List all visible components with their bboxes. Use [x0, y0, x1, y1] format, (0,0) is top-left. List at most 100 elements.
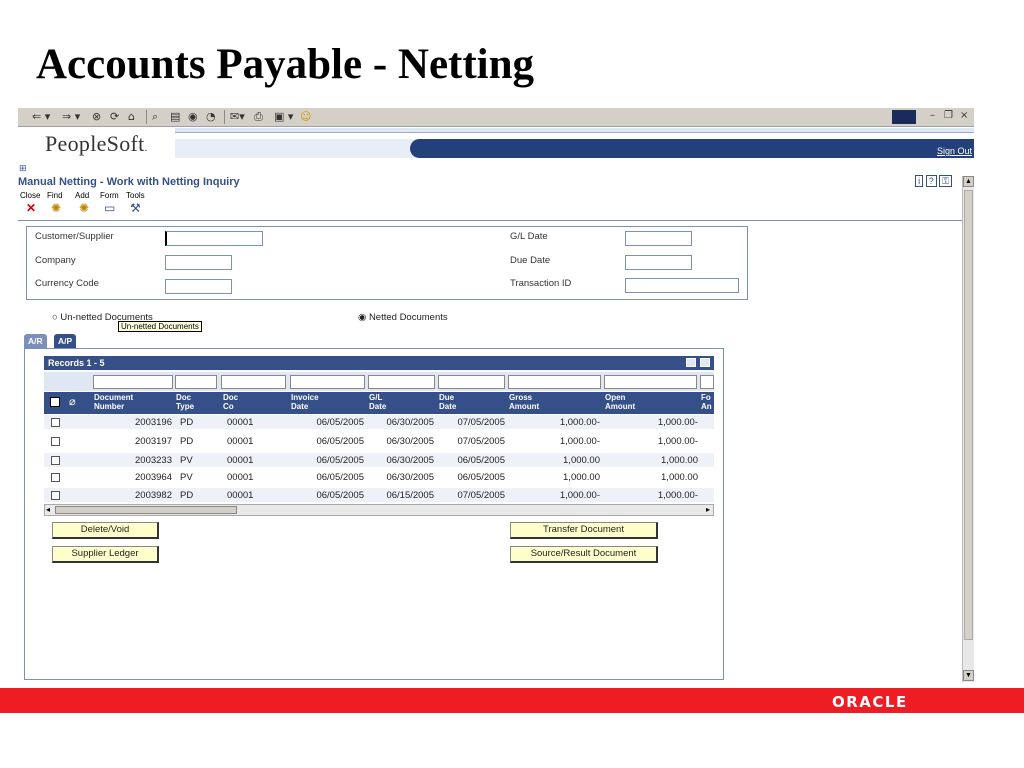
filter-doc-co[interactable] — [221, 375, 286, 389]
filter-gl-date[interactable] — [368, 375, 435, 389]
tab-ar[interactable]: A/R — [24, 334, 47, 349]
history-icon[interactable]: ◔ — [206, 110, 216, 124]
col-invoice-date[interactable]: InvoiceDate — [291, 393, 319, 411]
refresh-icon[interactable]: ⟳ — [110, 110, 119, 124]
source-result-document-button[interactable]: Source/Result Document — [510, 546, 658, 563]
radio-unselected-icon[interactable]: ○ — [52, 312, 58, 323]
home-icon[interactable]: ⌂ — [128, 110, 135, 124]
h-scroll-thumb[interactable] — [55, 506, 237, 514]
row-checkbox[interactable] — [51, 473, 60, 482]
filter-row — [44, 372, 714, 391]
table-row[interactable]: 2003964 PV 00001 06/05/2005 06/30/2005 0… — [44, 470, 714, 485]
minimize-icon[interactable]: – — [930, 110, 935, 121]
attachment-icon: ⌀ — [69, 395, 76, 408]
row-checkbox[interactable] — [51, 491, 60, 500]
scroll-right-icon[interactable]: ▸ — [706, 505, 710, 514]
vertical-scrollbar[interactable]: ▲ ▼ — [962, 176, 974, 682]
company-input[interactable] — [165, 255, 232, 270]
back-icon[interactable]: ⇐ ▾ — [32, 110, 50, 124]
transaction-id-input[interactable] — [625, 278, 739, 293]
select-all-checkbox[interactable] — [50, 397, 60, 407]
row-checkbox[interactable] — [51, 418, 60, 427]
table-row[interactable]: 2003982 PD 00001 06/05/2005 06/15/2005 0… — [44, 488, 714, 503]
close-window-icon[interactable]: × — [960, 110, 968, 121]
form-icon[interactable]: ▭ — [104, 202, 115, 214]
forward-icon[interactable]: ⇒ ▾ — [62, 110, 80, 124]
help-icons: i ? ⚿ — [915, 176, 952, 187]
about-icon[interactable]: ⚿ — [939, 175, 952, 187]
customer-supplier-input[interactable] — [165, 231, 263, 246]
table-row[interactable]: 2003197 PD 00001 06/05/2005 06/30/2005 0… — [44, 434, 714, 449]
menu-form[interactable]: Form — [100, 191, 119, 200]
radio-selected-icon[interactable]: ◉ — [358, 312, 366, 323]
filter-open[interactable] — [604, 375, 697, 389]
edit-icon[interactable]: ▣ ▾ — [274, 110, 293, 124]
col-gross-amount[interactable]: GrossAmount — [509, 393, 539, 411]
filter-doc-number[interactable] — [93, 375, 173, 389]
col-doc-number[interactable]: DocumentNumber — [94, 393, 133, 411]
find-icon[interactable]: ✺ — [51, 202, 61, 214]
netted-radio[interactable]: ◉ Netted Documents — [358, 312, 448, 323]
col-doc-type[interactable]: DocType — [176, 393, 194, 411]
col-foreign-amount[interactable]: FoAn — [701, 393, 712, 411]
horizontal-scrollbar[interactable]: ◂ ▸ — [44, 504, 714, 516]
restore-icon[interactable]: ❐ — [944, 110, 953, 121]
col-doc-co[interactable]: DocCo — [223, 393, 238, 411]
filter-foreign[interactable] — [700, 375, 714, 389]
filter-invoice-date[interactable] — [290, 375, 365, 389]
messenger-icon[interactable]: ☺ — [300, 110, 311, 124]
menu-find[interactable]: Find — [47, 191, 63, 200]
close-icon[interactable]: ✕ — [26, 202, 36, 214]
browser-toolbar: ⇐ ▾ ⇒ ▾ ⊗ ⟳ ⌂ ⌕ ▤ ◉ ◔ ✉▾ ⎙ ▣ ▾ ☺ – ❐ × — [18, 108, 974, 127]
col-gl-date[interactable]: G/LDate — [369, 393, 386, 411]
menu-close[interactable]: Close — [20, 191, 40, 200]
scroll-thumb[interactable] — [964, 190, 973, 640]
mail-icon[interactable]: ✉▾ — [230, 110, 245, 124]
records-header: Records 1 - 5 — [44, 356, 714, 370]
slide-title: Accounts Payable - Netting — [36, 40, 534, 89]
menu-add[interactable]: Add — [75, 191, 89, 200]
print-icon[interactable]: ⎙ — [254, 110, 263, 124]
col-open-amount[interactable]: OpenAmount — [605, 393, 635, 411]
due-date-input[interactable] — [625, 255, 692, 270]
add-icon[interactable]: ✺ — [79, 202, 89, 214]
grid-options-icon[interactable] — [700, 358, 710, 367]
supplier-ledger-button[interactable]: Supplier Ledger — [52, 546, 159, 563]
oracle-logo: ORACLE — [832, 693, 908, 711]
row-checkbox[interactable] — [51, 456, 60, 465]
scroll-down-icon[interactable]: ▼ — [963, 670, 974, 681]
currency-code-label: Currency Code — [35, 278, 99, 289]
peoplesoft-logo: PeopleSoft. — [45, 131, 147, 157]
scroll-left-icon[interactable]: ◂ — [46, 505, 50, 514]
header-band-dark — [410, 139, 974, 158]
delete-void-button[interactable]: Delete/Void — [52, 522, 159, 539]
export-icon[interactable] — [686, 358, 696, 367]
windows-logo-icon — [892, 110, 916, 124]
sign-out-link[interactable]: Sign Out — [937, 146, 972, 156]
currency-code-input[interactable] — [165, 279, 232, 294]
due-date-label: Due Date — [510, 255, 550, 266]
new-window-icon[interactable]: ⊞ — [19, 163, 27, 174]
help-icon[interactable]: ? — [926, 175, 937, 187]
favorites-icon[interactable]: ▤ — [170, 110, 180, 124]
scroll-up-icon[interactable]: ▲ — [963, 176, 974, 187]
info-icon[interactable]: i — [915, 175, 923, 187]
filter-gross[interactable] — [508, 375, 601, 389]
window-controls: – ❐ × — [888, 109, 972, 126]
tooltip: Un-netted Documents — [118, 321, 202, 332]
row-checkbox[interactable] — [51, 437, 60, 446]
transfer-document-button[interactable]: Transfer Document — [510, 522, 658, 539]
stop-icon[interactable]: ⊗ — [92, 110, 101, 124]
table-row[interactable]: 2003196 PD 00001 06/05/2005 06/30/2005 0… — [44, 415, 714, 430]
filter-doc-type[interactable] — [175, 375, 217, 389]
col-due-date[interactable]: DueDate — [439, 393, 456, 411]
table-row[interactable]: 2003233 PV 00001 06/05/2005 06/30/2005 0… — [44, 453, 714, 468]
criteria-panel: Customer/Supplier Company Currency Code … — [26, 226, 748, 300]
tab-ap[interactable]: A/P — [54, 334, 76, 349]
tools-icon[interactable]: ⚒ — [130, 202, 141, 214]
media-icon[interactable]: ◉ — [188, 110, 198, 124]
search-icon[interactable]: ⌕ — [152, 110, 158, 124]
gl-date-input[interactable] — [625, 231, 692, 246]
filter-due-date[interactable] — [438, 375, 505, 389]
menu-tools[interactable]: Tools — [126, 191, 145, 200]
